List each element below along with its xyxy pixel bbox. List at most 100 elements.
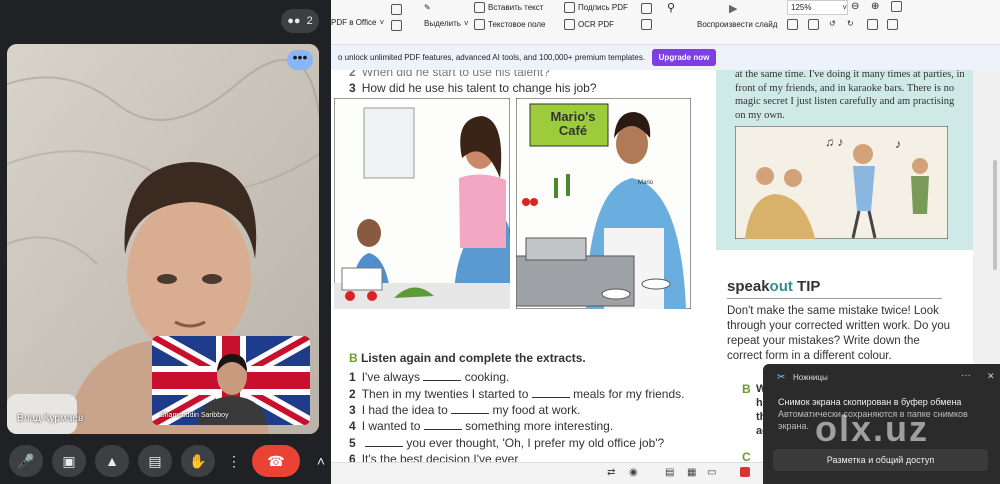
question-3: 3 How did he use his talent to change his…	[349, 81, 597, 95]
search-button[interactable]: ⚲	[667, 1, 675, 14]
captions-button[interactable]: ▤	[138, 445, 172, 477]
rotate-right-icon: ↻	[847, 19, 854, 28]
arrows-icon: ⇄	[607, 467, 616, 478]
extract-item: 1 I've always cooking.	[349, 370, 510, 384]
book-view-button[interactable]: ▭	[707, 467, 716, 478]
sign-pdf-button[interactable]: Подпись PDF	[564, 2, 628, 13]
scroll-view-button[interactable]	[887, 19, 898, 30]
single-page-button[interactable]	[787, 19, 798, 30]
text-field-icon	[474, 19, 485, 30]
ocr-pdf-button[interactable]: OCR PDF	[564, 19, 614, 30]
zoom-out-icon: ⊖	[851, 1, 860, 12]
camera-icon: ▣	[62, 452, 76, 469]
extract-item: 6 It's the best decision I've ever	[349, 452, 519, 462]
story-box: at the same time. I've doing it many tim…	[716, 70, 973, 250]
hangup-icon: ☎	[267, 452, 285, 469]
karaoke-illustration: ♫ ♪ ♪	[735, 126, 948, 239]
insert-text-label: Вставить текст	[488, 3, 544, 12]
scroll-thumb[interactable]	[993, 160, 997, 270]
single-page-view-button[interactable]: ▤	[665, 467, 674, 478]
present-button[interactable]: ▲	[95, 445, 129, 477]
kitchen-illustration	[334, 98, 510, 309]
record-button[interactable]	[740, 467, 750, 477]
section-b-heading: B Listen again and complete the extracts…	[349, 351, 586, 365]
two-page-button[interactable]	[808, 19, 819, 30]
select-tool-icon: ✎	[424, 3, 431, 12]
self-view-name: Shamsuddin Saribboy	[160, 412, 229, 419]
watermark: olx.uz	[815, 408, 930, 449]
chevron-down-icon: ˅	[842, 3, 847, 12]
convert-icon	[391, 20, 402, 31]
camera-button[interactable]: ▣	[52, 445, 86, 477]
participants-badge[interactable]: ●● 2	[281, 9, 319, 33]
notification-title: Снимок экрана скопирован в буфер обмена	[778, 397, 962, 407]
play-icon: ▶	[729, 3, 738, 15]
crop-icon	[641, 19, 652, 30]
self-view-tile: Shamsuddin Saribboy	[152, 336, 310, 425]
insert-text-icon	[474, 2, 485, 13]
video-call-panel: ●● 2 ••• Влад Курмаев Shamsuddin Saribbo…	[0, 0, 331, 484]
mic-button[interactable]: 🎤	[9, 445, 43, 477]
zoom-in-button[interactable]: ⊕	[871, 1, 879, 12]
grid-icon	[867, 19, 878, 30]
tip-divider	[727, 298, 942, 299]
extract-item: 2 Then in my twenties I started to meals …	[349, 387, 685, 401]
pdf-to-office-label: PDF в Office	[331, 18, 377, 27]
play-slide-button[interactable]: Воспроизвести слайд	[697, 20, 777, 29]
fit-page-icon	[891, 1, 902, 12]
rotate-right-button[interactable]: ↻	[847, 19, 854, 28]
main-participant-name: Влад Курмаев	[17, 413, 84, 424]
raise-hand-button[interactable]: ✋	[181, 445, 215, 477]
select-tool-button[interactable]: Выделить ˅	[424, 19, 469, 28]
cafe-sign: Mario's Café	[550, 109, 596, 138]
image-icon	[641, 3, 652, 14]
story-text: at the same time. I've doing it many tim…	[735, 70, 965, 121]
grid-view-button[interactable]	[867, 19, 878, 30]
single-page-icon	[787, 19, 798, 30]
rotate-left-icon: ↺	[829, 19, 836, 28]
call-controls: 🎤 ▣ ▲ ▤ ✋ ⋮ ☎ ˄	[0, 445, 331, 479]
fit-width-button[interactable]: ⇄	[607, 467, 615, 478]
search-icon: ⚲	[667, 2, 676, 14]
ocr-pdf-label: OCR PDF	[578, 20, 614, 29]
continuous-view-button[interactable]: ▦	[687, 467, 696, 478]
zoom-out-button[interactable]: ⊖	[851, 1, 859, 12]
zoom-value: 125%	[791, 3, 812, 12]
view-button[interactable]: ◉	[629, 467, 638, 478]
image-tool-button[interactable]	[641, 3, 652, 14]
section-c-letter: C	[742, 450, 751, 462]
zoom-in-icon: ⊕	[871, 1, 880, 12]
notification-more-button[interactable]: ···	[961, 370, 971, 381]
text-field-label: Текстовое поле	[488, 20, 546, 29]
notification-close-button[interactable]: ✕	[987, 371, 995, 382]
two-page-icon	[808, 19, 819, 30]
signature-icon	[564, 2, 575, 13]
present-icon: ▲	[105, 453, 119, 469]
markup-share-button[interactable]: Разметка и общий доступ	[773, 449, 988, 471]
svg-text:♫ ♪: ♫ ♪	[825, 135, 843, 149]
expand-controls-button[interactable]: ˄	[313, 445, 329, 477]
extract-item: 3I had the idea to my food at work.	[349, 403, 581, 417]
captions-icon: ▤	[148, 452, 162, 469]
rotate-left-button[interactable]: ↺	[829, 19, 836, 28]
extract-item: 4I wanted to something more interesting.	[349, 419, 614, 433]
end-call-button[interactable]: ☎	[252, 445, 300, 477]
toolbar: PDF в Office ˅ ✎ Выделить ˅ Вставить текст…	[331, 0, 1000, 45]
section-b-letter-right: B	[742, 382, 751, 396]
insert-text-button[interactable]: Вставить текст	[474, 2, 543, 13]
banner-text: o unlock unlimited PDF features, advance…	[338, 53, 646, 62]
apron-name: Mario	[638, 180, 654, 186]
text-field-button[interactable]: Текстовое поле	[474, 19, 546, 30]
convert-icon-button[interactable]	[391, 20, 402, 31]
crop-tool-button[interactable]	[641, 19, 652, 30]
extract-icon-button[interactable]	[391, 4, 402, 15]
pdf-to-office-button[interactable]: PDF в Office ˅	[331, 18, 384, 27]
pages-icon: ▦	[687, 467, 697, 478]
more-options-button[interactable]: ⋮	[224, 445, 244, 477]
fit-button[interactable]	[891, 1, 902, 12]
zoom-select[interactable]: 125% ˅	[787, 0, 848, 15]
upgrade-now-button[interactable]: Upgrade now	[652, 49, 716, 66]
sign-pdf-label: Подпись PDF	[578, 3, 628, 12]
select-tool-label: Выделить	[424, 19, 461, 28]
tile-more-button[interactable]: •••	[287, 50, 313, 70]
